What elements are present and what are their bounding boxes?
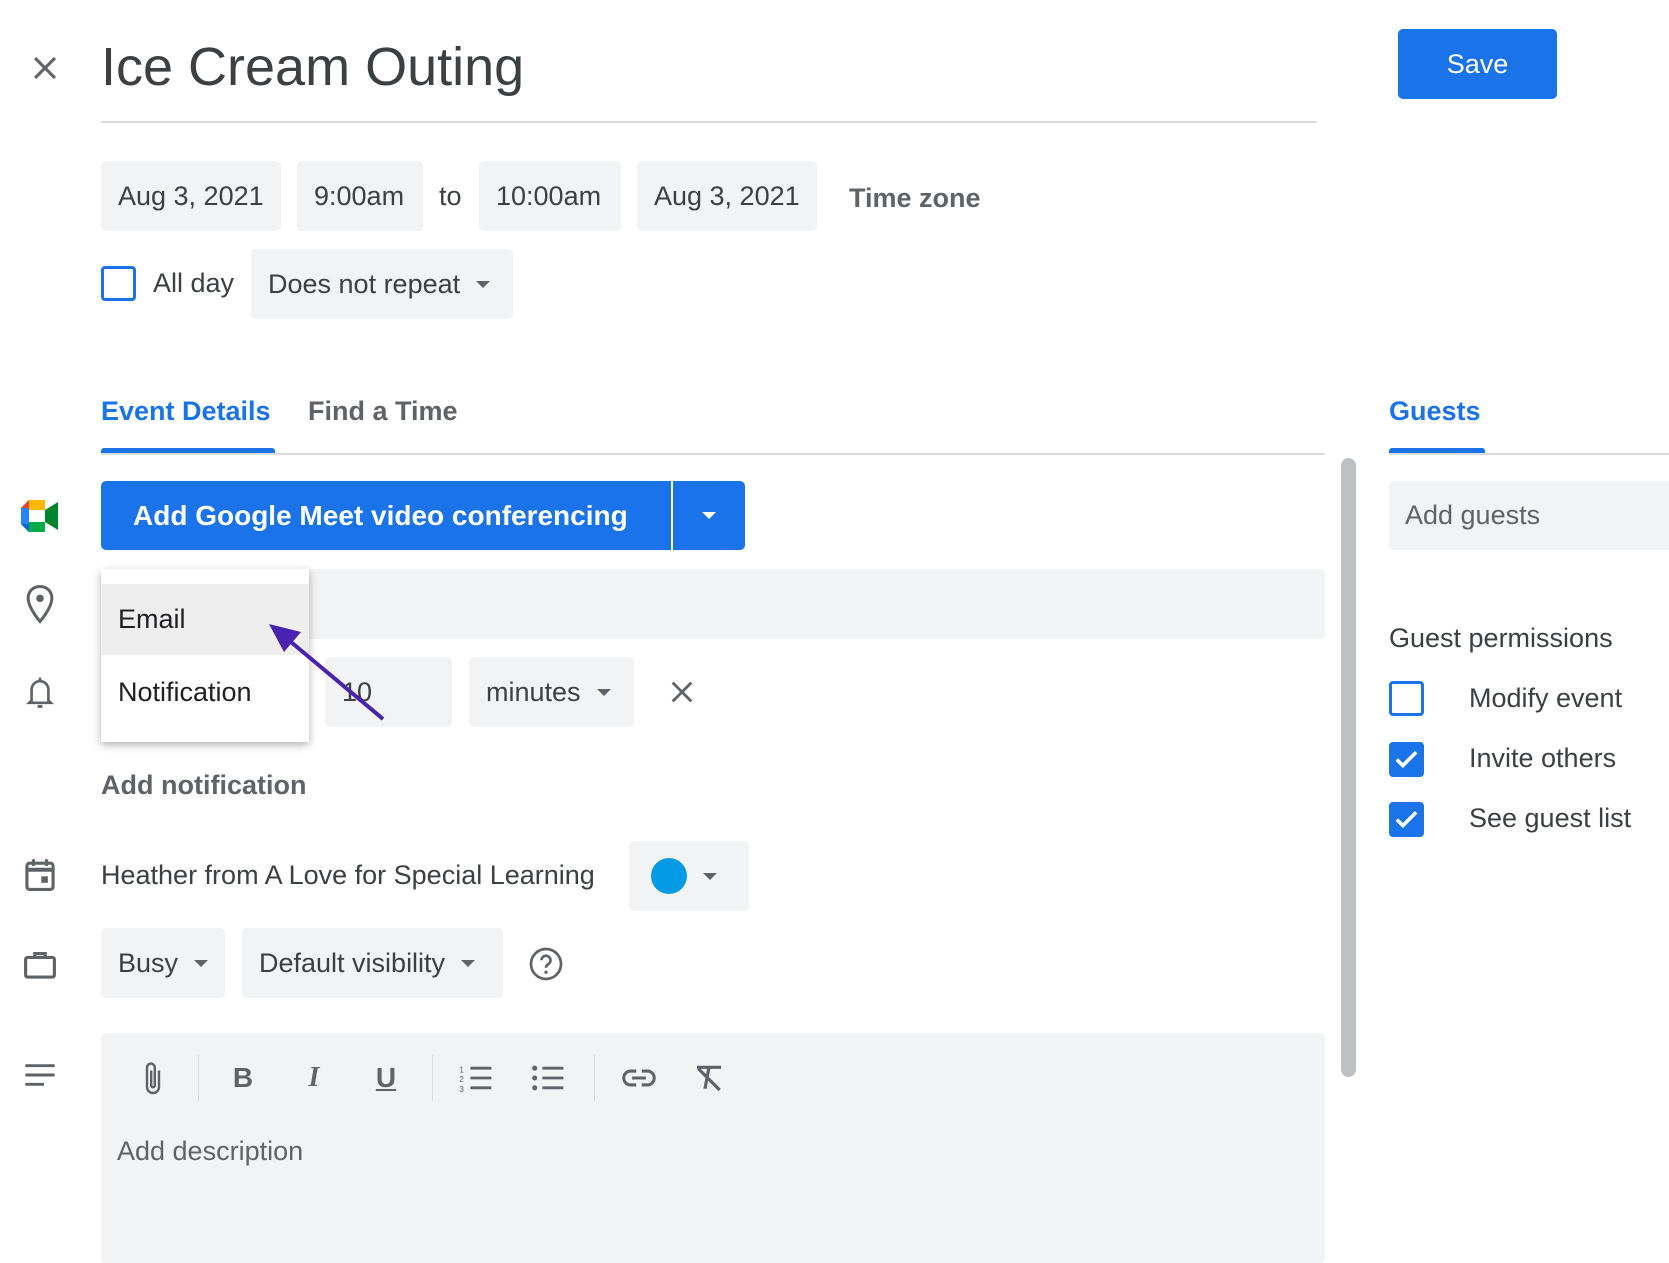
add-notification-link[interactable]: Add notification [101,770,306,801]
svg-text:2: 2 [459,1074,464,1084]
all-day-checkbox[interactable] [101,266,136,301]
notification-unit-value: minutes [486,676,581,707]
availability-dropdown[interactable]: Busy [101,928,225,998]
add-meet-button[interactable]: Add Google Meet video conferencing [101,481,671,550]
bell-icon [20,672,60,712]
guest-permissions-title: Guest permissions [1389,623,1613,653]
location-icon [20,582,60,626]
availability-value: Busy [118,947,179,978]
visibility-value: Default visibility [259,947,446,978]
description-icon [20,1055,60,1095]
end-date-field[interactable]: Aug 3, 2021 [637,161,817,231]
to-label: to [439,181,462,211]
tab-event-details[interactable]: Event Details [101,396,271,427]
see-guest-list-label: See guest list [1469,803,1632,833]
toolbar-divider [594,1055,595,1101]
tab-guests[interactable]: Guests [1389,396,1481,427]
repeat-value: Does not repeat [268,268,461,299]
invite-others-label: Invite others [1469,743,1617,773]
svg-text:1: 1 [459,1064,464,1074]
event-title-input[interactable]: Ice Cream Outing [101,36,524,98]
meet-options-button[interactable] [673,481,745,550]
notification-unit-dropdown[interactable]: minutes [469,657,634,727]
guests-tabs-divider [1389,453,1669,455]
calendar-owner: Heather from A Love for Special Learning [101,860,595,890]
clear-formatting-icon[interactable] [689,1058,729,1098]
google-meet-icon [20,496,60,536]
tab-find-a-time[interactable]: Find a Time [308,396,458,427]
description-placeholder: Add description [117,1136,304,1166]
repeat-dropdown[interactable]: Does not repeat [251,249,513,319]
start-time-field[interactable]: 9:00am [297,161,423,231]
all-day-label: All day [153,268,235,298]
save-button[interactable]: Save [1398,29,1557,99]
close-icon[interactable] [25,48,65,88]
calendar-color-dropdown[interactable] [629,841,749,911]
notification-type-menu: Email Notification [101,569,309,742]
see-guest-list-checkbox[interactable] [1389,802,1424,837]
italic-icon[interactable]: I [294,1058,334,1098]
link-icon[interactable] [619,1058,659,1098]
bold-icon[interactable]: B [223,1058,263,1098]
bulleted-list-icon[interactable] [528,1058,568,1098]
toolbar-divider [432,1055,433,1101]
start-date-field[interactable]: Aug 3, 2021 [101,161,281,231]
underline-icon[interactable]: U [366,1058,406,1098]
menu-item-notification[interactable]: Notification [101,657,309,728]
invite-others-checkbox[interactable] [1389,742,1424,777]
visibility-dropdown[interactable]: Default visibility [242,928,503,998]
calendar-icon [20,855,60,895]
briefcase-icon [20,944,60,984]
time-zone-link[interactable]: Time zone [849,183,981,214]
chevron-down-icon [596,688,611,696]
add-guests-input[interactable]: Add guests [1389,481,1669,550]
modify-event-checkbox[interactable] [1389,681,1424,716]
toolbar-divider [198,1055,199,1101]
numbered-list-icon[interactable]: 123 [456,1058,496,1098]
menu-item-email[interactable]: Email [101,584,309,655]
attachment-icon[interactable] [133,1058,173,1098]
chevron-down-icon [194,959,209,967]
chevron-down-icon [476,280,491,288]
color-swatch [651,858,687,894]
chevron-down-icon [702,512,716,519]
svg-text:3: 3 [459,1084,464,1092]
modify-event-label: Modify event [1469,683,1623,713]
tabs-divider [101,453,1325,455]
remove-notification-icon[interactable] [662,672,702,712]
title-underline [101,121,1317,123]
notification-value-input[interactable]: 10 [325,657,452,727]
chevron-down-icon [461,959,476,967]
scrollbar[interactable] [1341,458,1356,1077]
chevron-down-icon [703,872,717,880]
help-icon[interactable] [526,944,566,984]
end-time-field[interactable]: 10:00am [479,161,621,231]
